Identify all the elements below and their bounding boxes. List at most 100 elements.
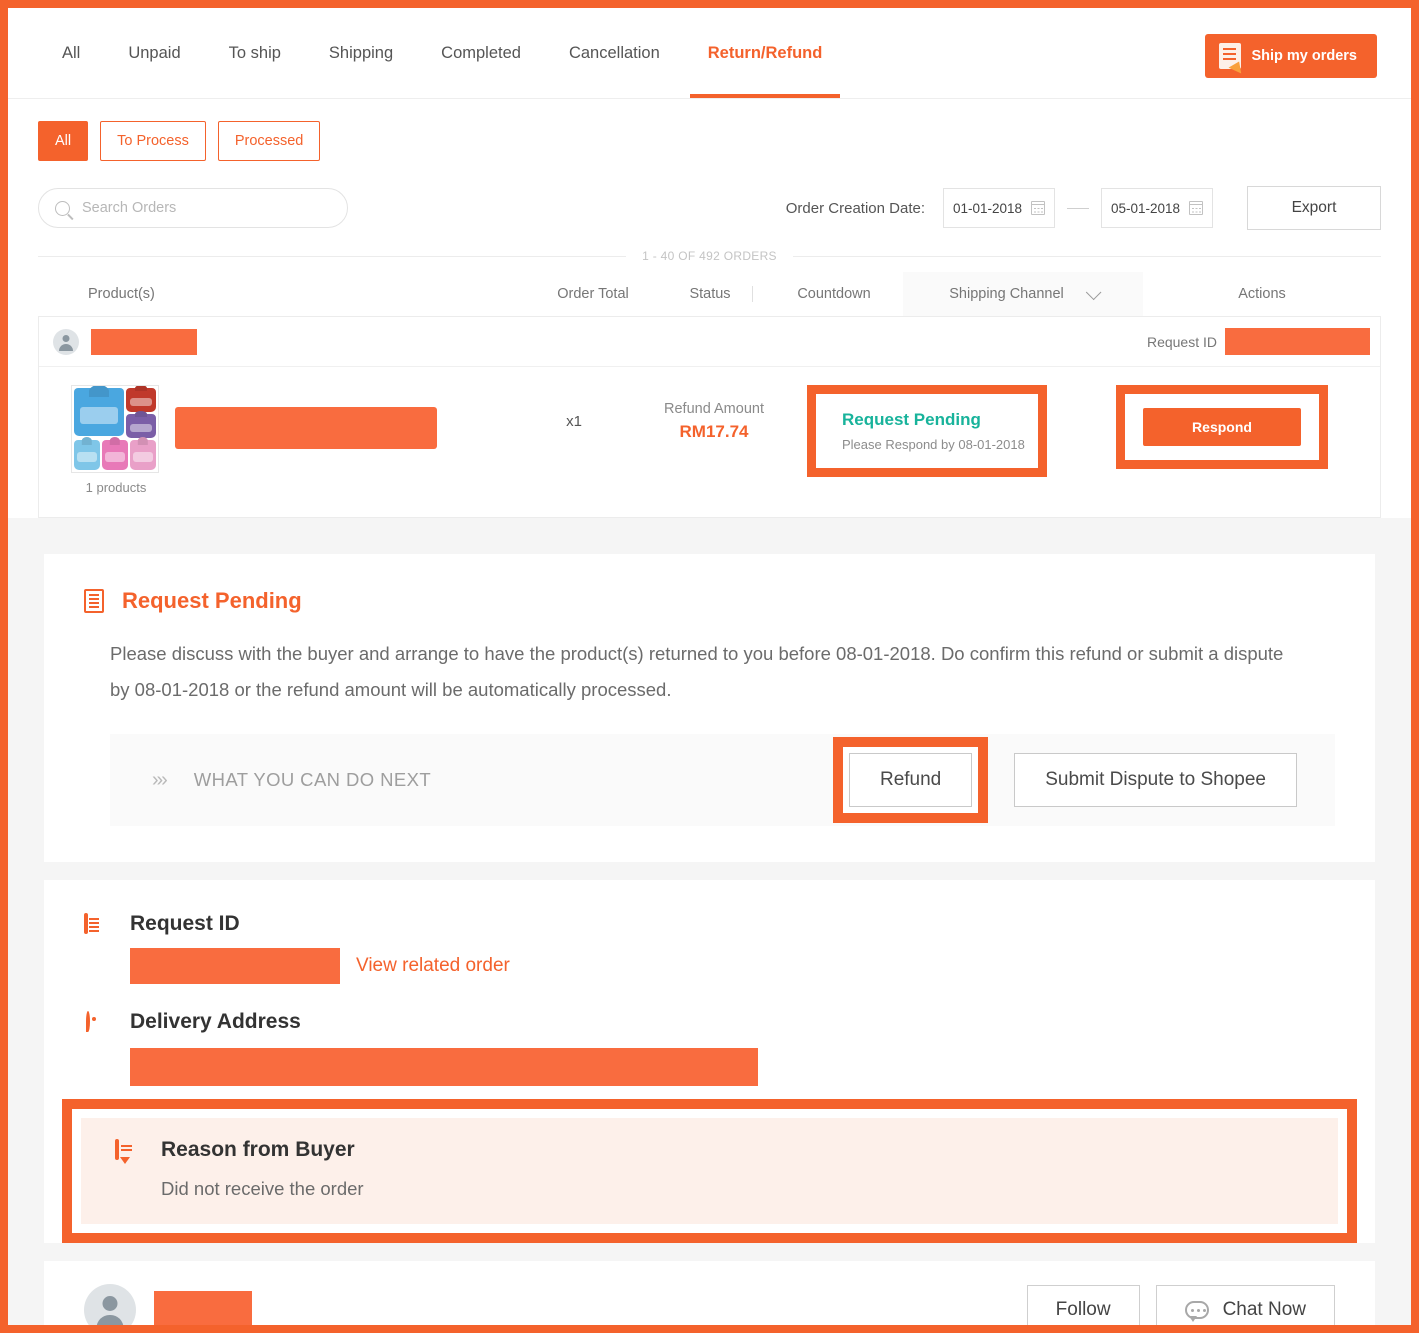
search-icon bbox=[55, 200, 70, 216]
tab-all-label: All bbox=[62, 43, 81, 62]
reason-from-buyer-box: Reason from Buyer Did not receive the or… bbox=[81, 1118, 1338, 1225]
date-range-dash bbox=[1067, 207, 1089, 209]
export-button[interactable]: Export bbox=[1247, 186, 1381, 230]
thumb-bottom bbox=[73, 439, 157, 471]
double-chevron-icon: »› bbox=[152, 768, 168, 791]
chip-processed-label: Processed bbox=[234, 133, 304, 149]
tab-return-refund[interactable]: Return/Refund bbox=[684, 8, 847, 98]
column-countdown: Countdown bbox=[797, 286, 871, 302]
date-filter-area: Order Creation Date: 01-01-2018 05-01-20… bbox=[786, 186, 1381, 230]
tab-unpaid[interactable]: Unpaid bbox=[104, 8, 204, 98]
column-shipping-channel-label: Shipping Channel bbox=[949, 286, 1064, 302]
count-rule-right bbox=[792, 255, 1381, 257]
refund-button[interactable]: Refund bbox=[848, 753, 973, 808]
column-actions: Actions bbox=[1238, 286, 1286, 302]
view-related-order-link[interactable]: View related order bbox=[356, 955, 510, 977]
request-pending-title-row: Request Pending bbox=[84, 588, 1335, 614]
order-row: Request ID 1 products x1 Refund Amount R… bbox=[38, 316, 1381, 518]
order-management-page: All Unpaid To ship Shipping Completed Ca… bbox=[0, 0, 1419, 1333]
order-row-body: 1 products x1 Refund Amount RM17.74 Requ… bbox=[39, 367, 1380, 517]
chip-all[interactable]: All bbox=[38, 121, 89, 161]
request-id-redacted bbox=[1225, 328, 1370, 355]
thumb-main bbox=[73, 387, 125, 439]
document-icon bbox=[84, 913, 88, 935]
delivery-address-row: Delivery Address bbox=[44, 1010, 1375, 1034]
tab-completed[interactable]: Completed bbox=[417, 8, 545, 98]
request-id-title: Request ID bbox=[130, 912, 240, 936]
order-row-request-id: Request ID bbox=[1147, 328, 1370, 355]
orders-table-header: Product(s) Order Total Status Countdown … bbox=[38, 272, 1381, 316]
buyer-avatar-large-icon bbox=[84, 1284, 136, 1325]
tab-shipping[interactable]: Shipping bbox=[305, 8, 417, 98]
chat-now-button[interactable]: Chat Now bbox=[1155, 1285, 1335, 1325]
search-input[interactable] bbox=[82, 200, 331, 216]
chat-bubble-icon bbox=[1184, 1301, 1209, 1323]
ship-my-orders-button[interactable]: Ship my orders bbox=[1205, 34, 1377, 78]
order-row-header: Request ID bbox=[39, 317, 1380, 367]
buyer-actions: Follow Chat Now bbox=[1026, 1285, 1335, 1325]
delivery-address-redacted bbox=[130, 1048, 758, 1087]
reason-from-buyer-highlight: Reason from Buyer Did not receive the or… bbox=[62, 1099, 1357, 1244]
chip-processed[interactable]: Processed bbox=[217, 121, 321, 161]
reason-from-buyer-title: Reason from Buyer bbox=[161, 1138, 355, 1162]
date-to-value: 05-01-2018 bbox=[1111, 200, 1181, 216]
process-filter-chips: All To Process Processed bbox=[38, 119, 1381, 161]
buyer-name-redacted bbox=[91, 328, 197, 355]
chat-now-label: Chat Now bbox=[1222, 1299, 1306, 1321]
next-actions: Refund Submit Dispute to Shopee bbox=[832, 737, 1297, 824]
orders-count-text: 1 - 40 OF 492 ORDERS bbox=[642, 249, 777, 263]
location-pin-icon bbox=[86, 1011, 90, 1033]
request-id-content: Request ID View related order bbox=[130, 912, 510, 985]
tab-to-ship[interactable]: To ship bbox=[205, 8, 305, 98]
buyer-contact-panel: Follow Chat Now bbox=[44, 1261, 1375, 1325]
order-status-text: Request Pending bbox=[842, 410, 981, 429]
actions-cell-highlight: Respond bbox=[1116, 385, 1328, 469]
reason-icon-col bbox=[115, 1138, 161, 1161]
search-orders-box[interactable] bbox=[38, 188, 348, 228]
refund-amount-value: RM17.74 bbox=[679, 422, 749, 441]
request-pending-title: Request Pending bbox=[122, 588, 302, 613]
what-you-can-do-next-bar: »› WHAT YOU CAN DO NEXT Refund Submit Di… bbox=[110, 734, 1335, 827]
product-thumbnail-collage[interactable] bbox=[71, 385, 159, 473]
reason-from-buyer-text: Did not receive the order bbox=[161, 1178, 364, 1200]
request-id-icon-col bbox=[84, 912, 130, 935]
request-id-value-redacted bbox=[130, 948, 340, 985]
date-from-field[interactable]: 01-01-2018 bbox=[943, 188, 1055, 228]
orders-count-row: 1 - 40 OF 492 ORDERS bbox=[38, 249, 1381, 263]
buyer-name-redacted-2 bbox=[154, 1291, 252, 1325]
order-status-tabs: All Unpaid To ship Shipping Completed Ca… bbox=[30, 8, 846, 98]
count-rule-left bbox=[38, 255, 627, 257]
shipping-document-icon bbox=[1219, 43, 1242, 69]
submit-dispute-button[interactable]: Submit Dispute to Shopee bbox=[1014, 753, 1297, 808]
order-status-deadline: Please Respond by 08-01-2018 bbox=[842, 437, 1025, 452]
refund-amount-label: Refund Amount bbox=[664, 401, 764, 417]
request-info-panel: Request ID View related order Delivery A… bbox=[44, 880, 1375, 1244]
tab-all[interactable]: All bbox=[30, 8, 104, 98]
product-quantity: x1 bbox=[566, 413, 582, 430]
reason-content: Reason from Buyer Did not receive the or… bbox=[161, 1138, 364, 1200]
tab-cancellation-label: Cancellation bbox=[568, 43, 660, 62]
respond-button[interactable]: Respond bbox=[1143, 408, 1301, 446]
calendar-icon bbox=[1031, 201, 1045, 215]
chip-to-process[interactable]: To Process bbox=[100, 121, 206, 161]
orders-list-card: All To Process Processed Order Creation … bbox=[8, 99, 1411, 518]
buyer-avatar-icon bbox=[53, 328, 79, 355]
tab-cancellation[interactable]: Cancellation bbox=[545, 8, 684, 98]
tab-return-refund-label: Return/Refund bbox=[707, 43, 823, 62]
refund-button-highlight: Refund bbox=[832, 737, 989, 824]
product-name-redacted bbox=[175, 407, 437, 449]
products-count-label: 1 products bbox=[85, 480, 147, 495]
request-id-label: Request ID bbox=[1146, 333, 1217, 350]
follow-button[interactable]: Follow bbox=[1026, 1285, 1140, 1325]
column-status: Status bbox=[689, 286, 731, 302]
tab-unpaid-label: Unpaid bbox=[128, 43, 181, 62]
calendar-icon bbox=[1189, 201, 1203, 215]
what-you-can-do-next-label: WHAT YOU CAN DO NEXT bbox=[193, 769, 432, 791]
column-shipping-channel[interactable]: Shipping Channel bbox=[903, 272, 1143, 316]
date-to-field[interactable]: 05-01-2018 bbox=[1101, 188, 1213, 228]
follow-label: Follow bbox=[1055, 1299, 1111, 1321]
tab-shipping-label: Shipping bbox=[328, 43, 394, 62]
request-pending-panel: Request Pending Please discuss with the … bbox=[44, 554, 1375, 863]
